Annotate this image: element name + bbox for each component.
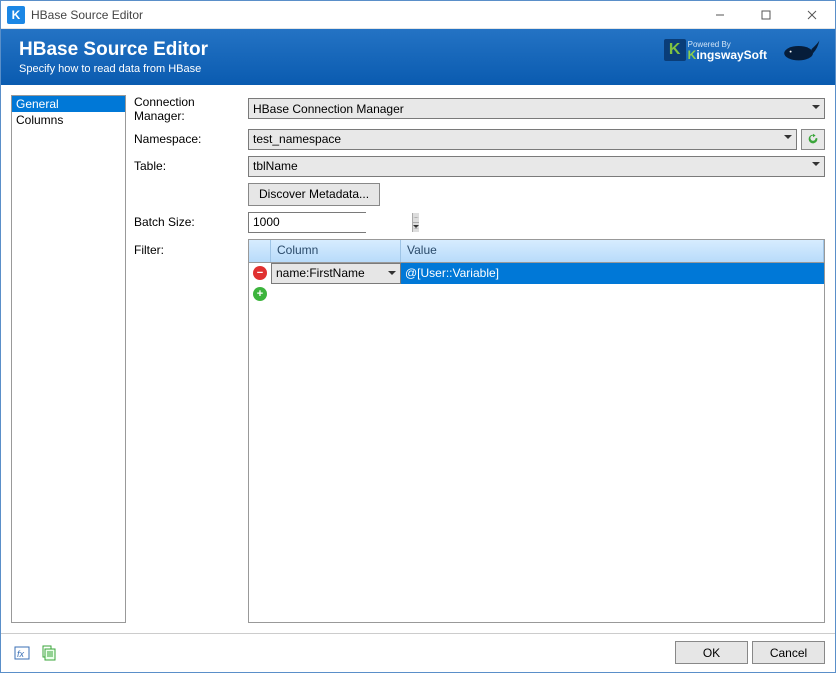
table-label: Table: [132, 159, 248, 173]
nav-item-general[interactable]: General [12, 96, 125, 112]
whale-icon [781, 37, 821, 63]
spin-down-button[interactable] [413, 223, 419, 232]
expression-button[interactable]: fx [11, 642, 33, 664]
app-icon: K [7, 6, 25, 24]
table-value: tblName [253, 159, 298, 173]
add-row-button[interactable]: + [249, 284, 271, 305]
filter-column-select[interactable]: name:FirstName [271, 263, 401, 284]
filter-grid-header: Column Value [249, 240, 824, 263]
minus-icon: − [253, 266, 267, 280]
refresh-namespace-button[interactable] [801, 129, 825, 150]
form-area: Connection Manager: HBase Connection Man… [132, 95, 825, 623]
fx-icon: fx [14, 645, 30, 661]
spin-up-button[interactable] [413, 213, 419, 223]
ok-button[interactable]: OK [675, 641, 748, 664]
filter-column-value: name:FirstName [276, 266, 365, 280]
titlebar: K HBase Source Editor [1, 1, 835, 29]
namespace-value: test_namespace [253, 132, 341, 146]
chevron-down-icon [388, 271, 396, 275]
header-banner: HBase Source Editor Specify how to read … [1, 29, 835, 85]
triangle-down-icon [413, 225, 419, 229]
filter-grid: Column Value − name:FirstName @[User::V [248, 239, 825, 623]
cancel-button[interactable]: Cancel [752, 641, 825, 664]
filter-grid-body: − name:FirstName @[User::Variable] + [249, 263, 824, 622]
banner-title: HBase Source Editor [19, 39, 208, 61]
brand-area: K Powered By KingswaySoft [662, 37, 821, 63]
namespace-select[interactable]: test_namespace [248, 129, 797, 150]
triangle-up-icon [413, 217, 419, 218]
window-title: HBase Source Editor [31, 8, 697, 22]
footer: fx OK Cancel [1, 633, 835, 672]
discover-metadata-button[interactable]: Discover Metadata... [248, 183, 380, 206]
nav-item-columns[interactable]: Columns [12, 112, 125, 128]
refresh-icon [806, 132, 820, 146]
filter-value-text: @[User::Variable] [405, 266, 499, 280]
batch-size-label: Batch Size: [132, 215, 248, 229]
banner-subtitle: Specify how to read data from HBase [19, 63, 208, 75]
grid-header-value[interactable]: Value [401, 240, 824, 262]
connection-label: Connection Manager: [132, 95, 248, 123]
chevron-down-icon [812, 105, 820, 113]
maximize-button[interactable] [743, 1, 789, 28]
documentation-button[interactable] [37, 642, 59, 664]
sidebar-nav: General Columns [11, 95, 126, 623]
document-icon [40, 645, 56, 661]
grid-header-column[interactable]: Column [271, 240, 401, 262]
filter-label: Filter: [132, 239, 248, 257]
remove-row-button[interactable]: − [249, 263, 271, 284]
brand-logo: K Powered By KingswaySoft [662, 37, 769, 63]
filter-row-item[interactable]: − name:FirstName @[User::Variable] [249, 263, 824, 284]
brand-k-icon: K [664, 39, 686, 61]
window-controls [697, 1, 835, 28]
namespace-label: Namespace: [132, 132, 248, 146]
svg-text:fx: fx [17, 649, 25, 659]
plus-icon: + [253, 287, 267, 301]
table-select[interactable]: tblName [248, 156, 825, 177]
connection-select[interactable]: HBase Connection Manager [248, 98, 825, 119]
minimize-button[interactable] [697, 1, 743, 28]
chevron-down-icon [812, 162, 820, 170]
filter-value-cell[interactable]: @[User::Variable] [401, 263, 824, 284]
grid-header-actions [249, 240, 271, 262]
filter-add-row: + [249, 284, 824, 305]
close-button[interactable] [789, 1, 835, 28]
batch-size-spinner[interactable] [248, 212, 366, 233]
chevron-down-icon [784, 135, 792, 143]
connection-value: HBase Connection Manager [253, 102, 404, 116]
batch-size-input[interactable] [249, 213, 412, 232]
content-area: General Columns Connection Manager: HBas… [1, 85, 835, 633]
brand-name: KingswaySoft [688, 50, 767, 61]
